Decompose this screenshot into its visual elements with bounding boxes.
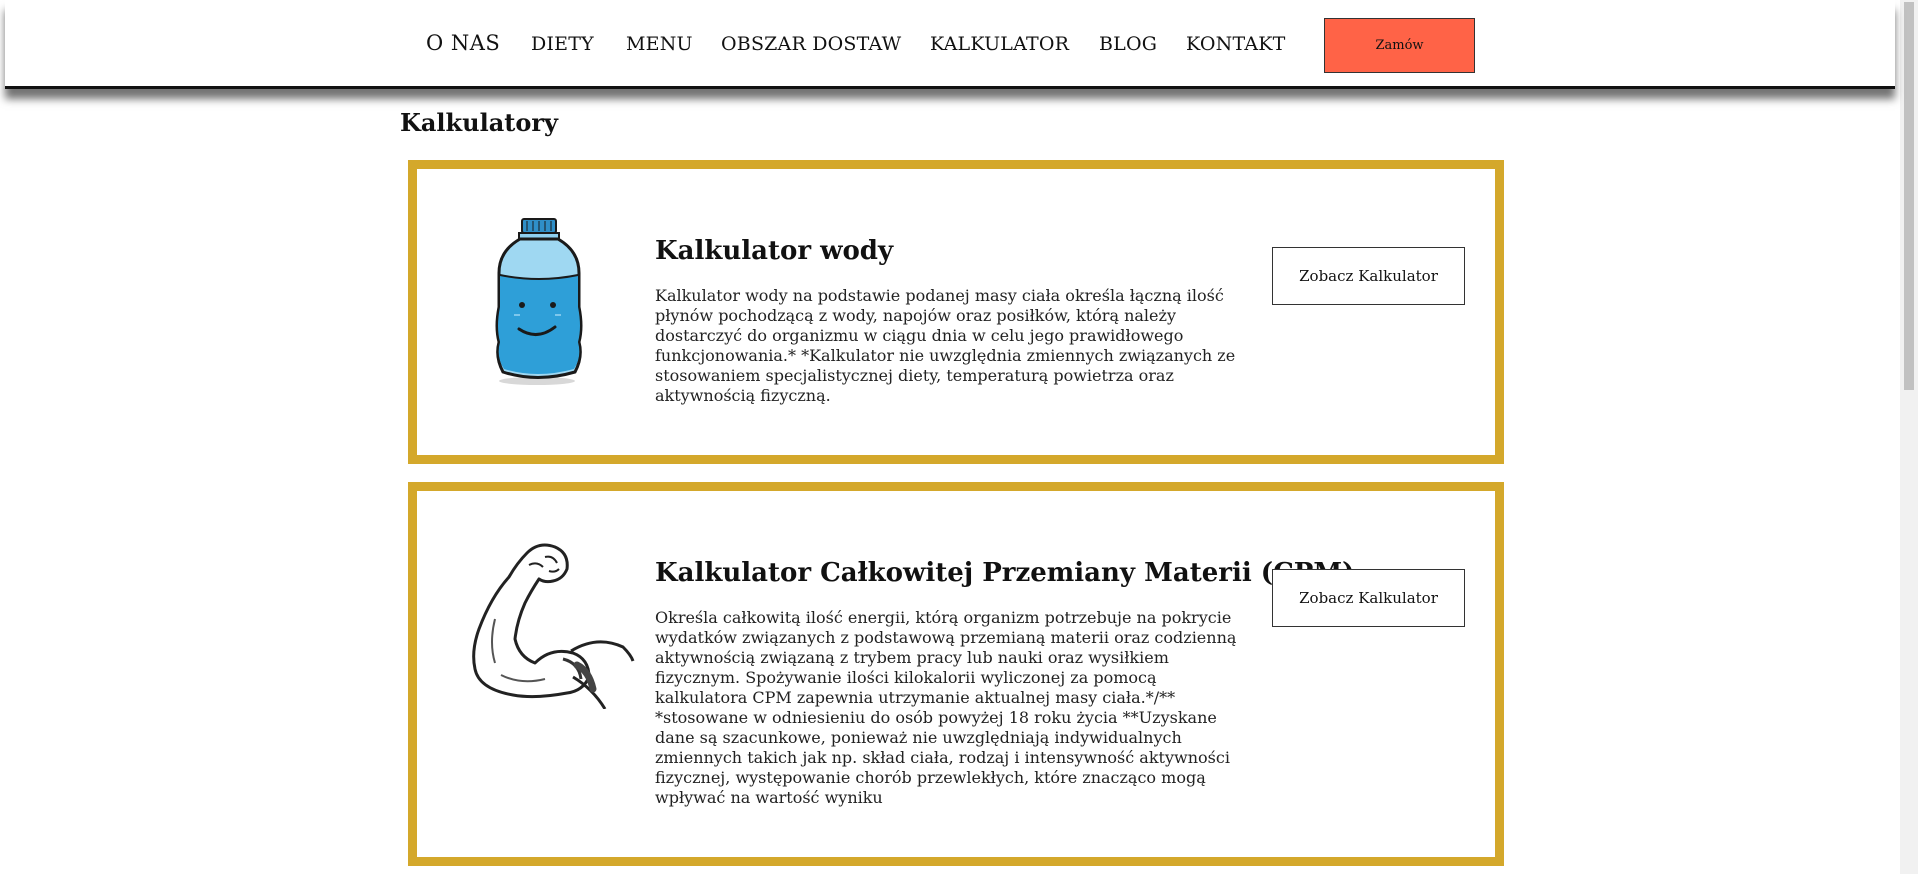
nav-item-kalkulator[interactable]: KALKULATOR bbox=[930, 33, 1069, 55]
water-bottle-icon bbox=[489, 217, 599, 387]
nav-item-menu[interactable]: MENU bbox=[626, 33, 693, 55]
flexed-arm-icon bbox=[465, 539, 635, 710]
page-title: Kalkulatory bbox=[400, 108, 558, 137]
nav-item-obszar-dostaw[interactable]: OBSZAR DOSTAW bbox=[721, 33, 901, 55]
view-calculator-button-cpm[interactable]: Zobacz Kalkulator bbox=[1272, 569, 1465, 627]
card-title-cpm: Kalkulator Całkowitej Przemiany Materii … bbox=[655, 558, 1355, 588]
nav-item-diety[interactable]: DIETY bbox=[531, 33, 594, 55]
nav-item-o-nas[interactable]: O NAS bbox=[426, 32, 500, 54]
view-calculator-button-water[interactable]: Zobacz Kalkulator bbox=[1272, 247, 1465, 305]
nav-item-blog[interactable]: BLOG bbox=[1099, 33, 1157, 55]
nav-item-kontakt[interactable]: KONTAKT bbox=[1186, 33, 1286, 55]
card-description-water: Kalkulator wody na podstawie podanej mas… bbox=[655, 286, 1236, 405]
vertical-scrollbar[interactable] bbox=[1900, 0, 1918, 874]
card-title-water: Kalkulator wody bbox=[655, 236, 894, 266]
order-button[interactable]: Zamów bbox=[1324, 18, 1475, 73]
calculator-card-cpm: Kalkulator Całkowitej Przemiany Materii … bbox=[408, 482, 1504, 866]
site-header: O NAS DIETY MENU OBSZAR DOSTAW KALKULATO… bbox=[5, 0, 1895, 89]
calculator-card-water: Kalkulator wody Kalkulator wody na podst… bbox=[408, 160, 1504, 464]
scrollbar-thumb[interactable] bbox=[1904, 2, 1914, 390]
card-description-cpm: Określa całkowitą ilość energii, którą o… bbox=[655, 608, 1237, 807]
